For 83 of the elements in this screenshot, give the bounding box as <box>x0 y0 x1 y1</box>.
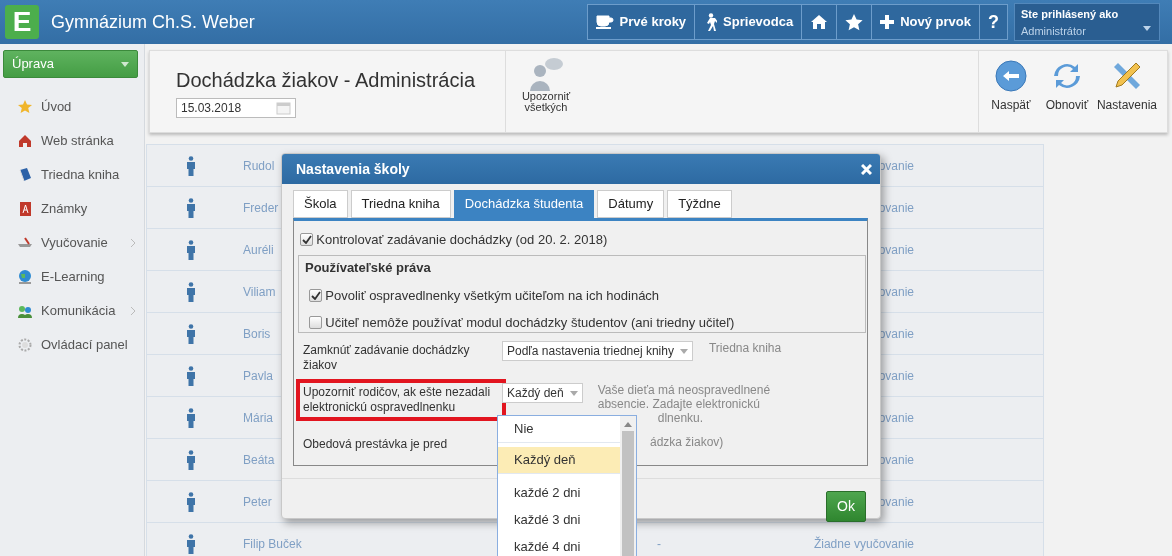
scrollbar-thumb[interactable] <box>622 431 634 556</box>
hint-text: Vaše dieťa má neospravedlnené <box>597 383 771 397</box>
caret-icon <box>1143 26 1151 31</box>
notify-all-button[interactable]: Upozorniť všetkých <box>506 51 586 132</box>
person-icon <box>187 491 195 512</box>
speech-bubble-person-icon <box>528 57 564 91</box>
user-menu[interactable]: Ste prihlásený ako Administrátor <box>1014 3 1160 41</box>
tab[interactable]: Škola <box>293 190 348 218</box>
page-title: Dochádzka žiakov - Administrácia <box>176 68 476 93</box>
table-cell: - <box>657 536 661 551</box>
cup-icon <box>595 15 614 29</box>
dropdown-list[interactable]: Nie Každý deň každé 2 dni každé 3 dni každé 4 dni <box>497 415 637 556</box>
tab[interactable]: Týždne <box>667 190 732 218</box>
dropdown-option[interactable]: každé 3 dni <box>498 506 620 533</box>
table-cell: Žiadne vyučovanie <box>813 536 914 551</box>
gear-icon <box>17 337 33 353</box>
dropdown-option[interactable]: každé 4 dni <box>498 533 620 556</box>
toolbar-action[interactable]: Obnoviť <box>1040 51 1093 132</box>
help-button[interactable]: ? <box>979 4 1008 40</box>
logo-icon: E <box>5 5 39 39</box>
person-icon <box>187 281 195 302</box>
chevron-icon <box>130 238 136 248</box>
person-icon <box>187 155 195 176</box>
star-icon <box>17 99 33 115</box>
dropdown-option[interactable]: Každý deň <box>498 447 620 474</box>
globe-icon <box>17 269 33 285</box>
sidebar-item[interactable]: Vyučovanie <box>0 226 144 260</box>
setting-label: Zamknúť zadávanie dochádzky žiakov <box>302 342 471 374</box>
select-field[interactable]: Podľa nastavenia triednej knihy <box>502 341 693 361</box>
calendar-icon <box>276 101 291 116</box>
checkbox[interactable] <box>309 316 322 330</box>
book-icon <box>17 167 33 183</box>
home-button[interactable] <box>801 4 838 40</box>
caret-icon <box>121 61 129 67</box>
person-icon <box>187 197 195 218</box>
person-icon <box>187 239 195 260</box>
toolbar-action[interactable]: Nastavenia <box>1096 51 1157 132</box>
checkbox[interactable] <box>309 288 322 302</box>
person-icon <box>187 323 195 344</box>
select-field[interactable]: Každý deň <box>502 383 583 403</box>
letter-card-icon <box>17 201 33 217</box>
sidebar-item[interactable]: Úvod <box>0 90 144 124</box>
star-button[interactable] <box>836 4 873 40</box>
checkbox-label: Kontrolovať zadávanie dochádzky (od 20. 2. 2018) <box>316 230 608 249</box>
toolbar-button[interactable]: Prvé kroky <box>586 4 696 40</box>
dropdown-option[interactable]: každé 2 dni <box>498 479 620 506</box>
scroll-up-icon[interactable] <box>624 422 632 427</box>
tab[interactable]: Dátumy <box>597 190 665 218</box>
dialog-title: Nastavenia školy <box>296 159 410 179</box>
home-icon <box>810 14 829 30</box>
person-icon <box>187 449 195 470</box>
hint-text: absencie. Zadajte elektronickú <box>597 397 760 411</box>
checkbox-label: Učiteľ nemôže používať modul dochádzky študentov (ani triedny učiteľ) <box>325 314 735 332</box>
checkbox-label: Povoliť ospravedlnenky všetkým učiteľom na ich hodinách <box>325 286 660 305</box>
hint-text: ádzka žiakov) <box>650 435 724 449</box>
plus-icon <box>880 15 895 29</box>
tab[interactable]: Triedna kniha <box>350 190 451 218</box>
sidebar-item[interactable]: Web stránka <box>0 124 144 158</box>
group-title: Používateľské práva <box>305 259 432 277</box>
toolbar-action[interactable]: Naspäť <box>984 51 1037 132</box>
person-icon <box>187 365 195 386</box>
sidebar-item[interactable]: Triedna kniha <box>0 158 144 192</box>
sidebar-item[interactable]: Komunikácia <box>0 294 144 328</box>
toolbar-button[interactable]: Nový prvok <box>871 4 980 40</box>
hint-text: Triedna kniha <box>708 341 782 355</box>
person-icon <box>187 407 195 428</box>
site-title: Gymnázium Ch.S. Weber <box>51 10 255 34</box>
ok-button[interactable]: Ok <box>826 490 866 522</box>
checkbox[interactable] <box>300 232 313 246</box>
toolbar-button[interactable]: Sprievodca <box>694 4 803 40</box>
sidebar-item[interactable]: E-Learning <box>0 260 144 294</box>
people-icon <box>17 303 33 319</box>
hint-text: dlnenku. <box>657 411 704 425</box>
star-icon <box>845 13 864 31</box>
house-icon <box>17 133 33 149</box>
setting-label: Obedová prestávka je pred <box>302 436 449 453</box>
chevron-icon <box>130 306 136 316</box>
close-icon[interactable] <box>861 163 872 175</box>
tab[interactable]: Dochádzka študenta <box>453 190 595 218</box>
person-icon <box>187 533 195 554</box>
sidebar-item[interactable]: Známky <box>0 192 144 226</box>
sidebar-item[interactable]: Ovládací panel <box>0 328 144 362</box>
date-field[interactable]: 15.03.2018 <box>176 98 296 119</box>
